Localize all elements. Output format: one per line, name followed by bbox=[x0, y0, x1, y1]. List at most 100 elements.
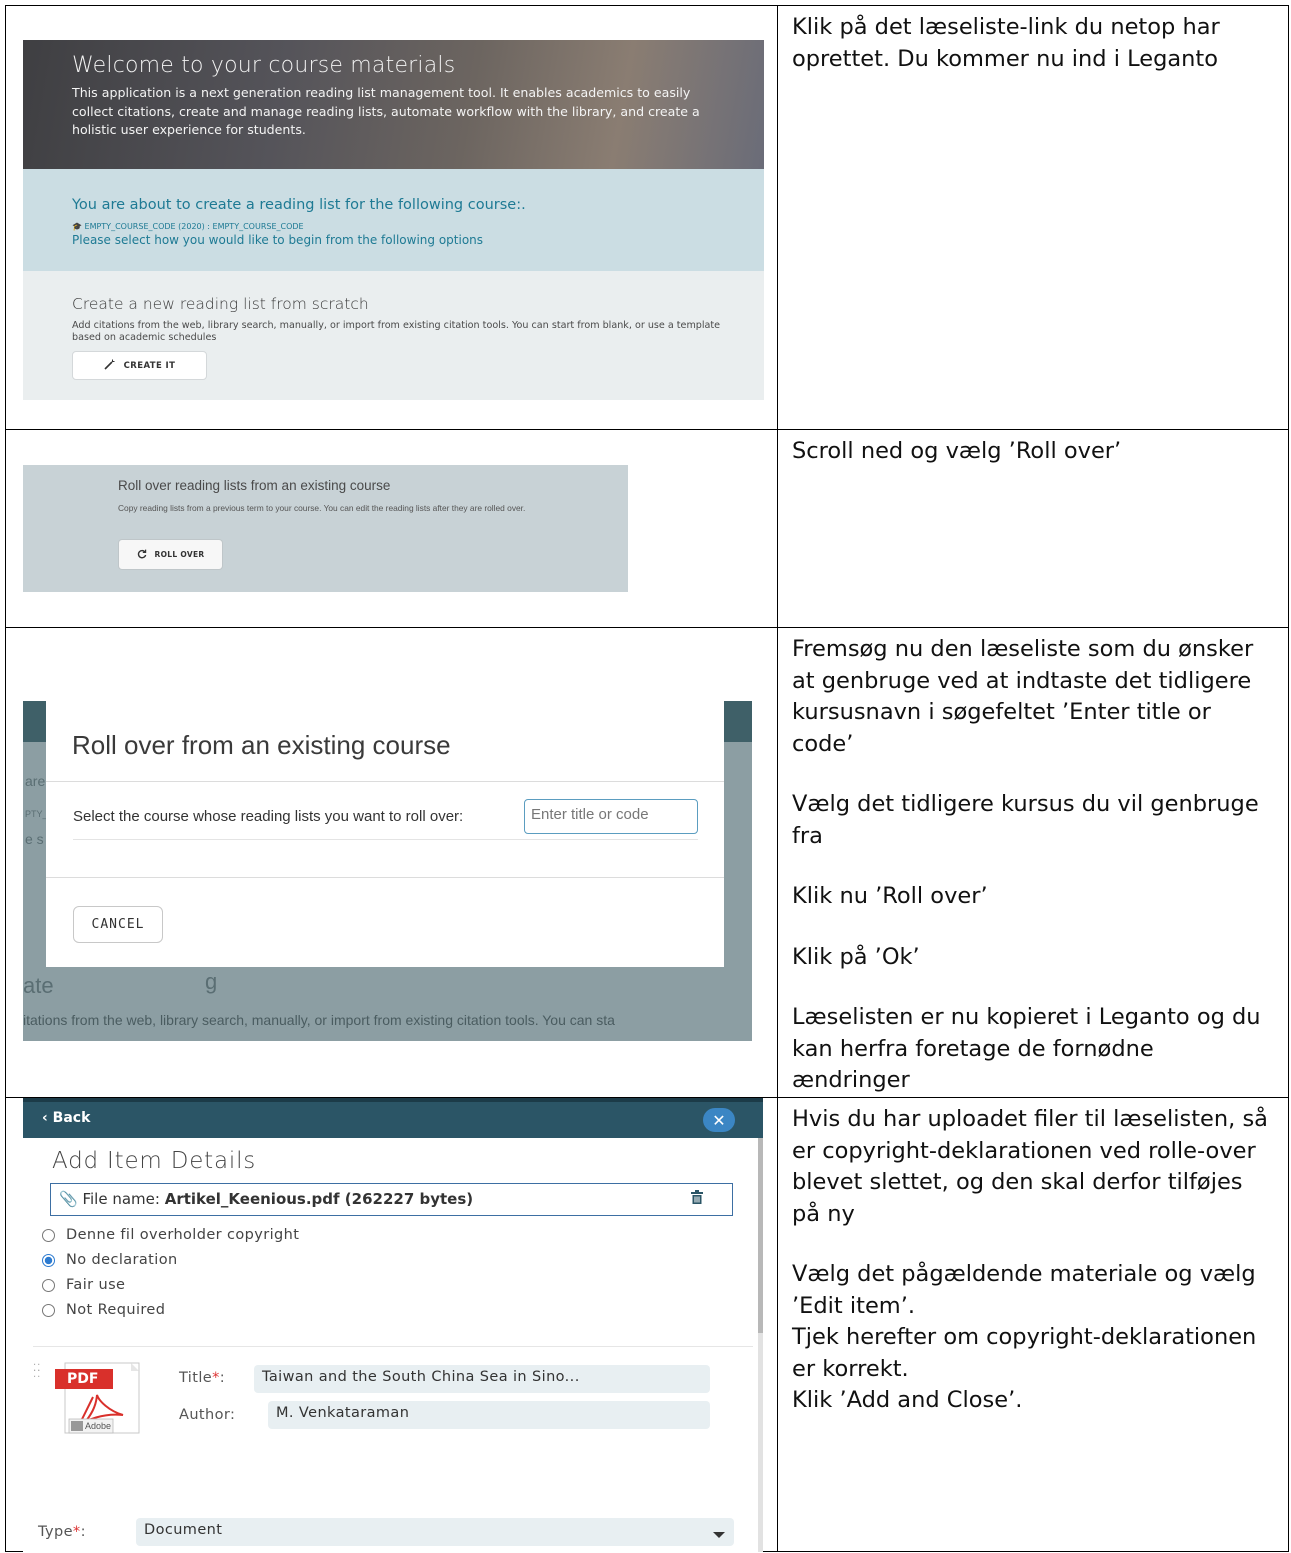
top-bar: ‹ Back ✕ bbox=[23, 1098, 763, 1138]
chevron-left-icon: ‹ bbox=[42, 1110, 53, 1126]
instruction-text: Klik på det læseliste-link du netop har … bbox=[792, 14, 1220, 72]
table-row: Welcome to your course materials This ap… bbox=[5, 5, 1289, 430]
radio-no-declaration[interactable]: No declaration bbox=[42, 1252, 178, 1268]
background-text: g bbox=[205, 969, 218, 994]
radio-label: Denne fil overholder copyright bbox=[66, 1227, 300, 1243]
leganto-welcome-screenshot: Welcome to your course materials This ap… bbox=[23, 40, 764, 400]
graduation-cap-icon: 🎓 bbox=[72, 222, 85, 231]
radio-not-required[interactable]: Not Required bbox=[42, 1302, 165, 1318]
paperclip-icon: 📎 bbox=[59, 1190, 78, 1208]
create-new-description: Add citations from the web, library sear… bbox=[72, 320, 721, 343]
scrollbar-thumb[interactable] bbox=[758, 1138, 763, 1333]
roll-over-label: ROLL OVER bbox=[154, 550, 205, 559]
trash-icon[interactable] bbox=[690, 1190, 704, 1208]
radio-label: No declaration bbox=[66, 1252, 178, 1268]
radio-label: Fair use bbox=[66, 1277, 126, 1293]
scrollbar[interactable] bbox=[758, 1138, 763, 1552]
hero-title: Welcome to your course materials bbox=[72, 53, 456, 78]
magic-wand-icon bbox=[104, 359, 115, 373]
pdf-file-icon: PDF Adobe bbox=[53, 1361, 145, 1435]
adobe-label: Adobe bbox=[85, 1421, 112, 1431]
background-text: PTY_ bbox=[25, 809, 48, 819]
screenshot-cell: Welcome to your course materials This ap… bbox=[5, 5, 778, 430]
radio-circle[interactable] bbox=[42, 1228, 55, 1242]
select-option-text: Please select how you would like to begi… bbox=[72, 233, 484, 247]
radio-circle-selected[interactable] bbox=[42, 1253, 55, 1267]
panel-title: Add Item Details bbox=[52, 1148, 257, 1174]
instruction-cell: Hvis du har uploadet filer til læseliste… bbox=[777, 1097, 1289, 1552]
file-name-label: File name: bbox=[82, 1190, 160, 1208]
divider bbox=[46, 877, 724, 878]
radio-circle[interactable] bbox=[42, 1278, 55, 1292]
radio-label: Not Required bbox=[66, 1302, 166, 1318]
instruction-text: Klik nu ’Roll over’ bbox=[792, 883, 988, 909]
instruction-text: Vælg det tidligere kursus du vil genbrug… bbox=[792, 791, 1259, 849]
pdf-badge: PDF bbox=[67, 1371, 99, 1387]
close-icon[interactable]: ✕ bbox=[703, 1108, 735, 1132]
background-text: e s bbox=[25, 831, 44, 847]
create-it-label: CREATE IT bbox=[123, 360, 176, 371]
background-text: ate bbox=[23, 973, 54, 998]
screenshot-cell: ‹ Back ✕ Add Item Details 📎 File name: A… bbox=[5, 1097, 778, 1552]
title-label-text: Title bbox=[179, 1370, 213, 1386]
instruction-cell: Fremsøg nu den læseliste som du ønsker a… bbox=[777, 627, 1289, 1098]
course-code-text: EMPTY_COURSE_CODE (2020) : EMPTY_COURSE_… bbox=[84, 222, 304, 231]
create-it-button[interactable]: CREATE IT bbox=[72, 351, 207, 380]
type-label: Type*: bbox=[38, 1524, 86, 1540]
background-text: are bbox=[25, 773, 46, 789]
instruction-cell: Scroll ned og vælg ’Roll over’ bbox=[777, 429, 1289, 628]
instruction-text: Klik på ’Ok’ bbox=[792, 943, 920, 970]
table-row: ‹ Back ✕ Add Item Details 📎 File name: A… bbox=[5, 1097, 1289, 1552]
background-text: itations from the web, library search, m… bbox=[23, 1012, 615, 1028]
file-name-box: 📎 File name: Artikel_Keenious.pdf (26222… bbox=[50, 1183, 733, 1216]
file-name-value: Artikel_Keenious.pdf (262227 bytes) bbox=[164, 1190, 474, 1208]
hero-banner: Welcome to your course materials This ap… bbox=[23, 40, 764, 169]
roll-over-title: Roll over reading lists from an existing… bbox=[118, 478, 391, 493]
create-new-title: Create a new reading list from scratch bbox=[72, 295, 369, 313]
cancel-button[interactable]: CANCEL bbox=[73, 906, 163, 943]
divider bbox=[73, 839, 698, 840]
instruction-text: Klik ’Add and Close’. bbox=[792, 1387, 1023, 1413]
instruction-text: Læselisten er nu kopieret i Leganto og d… bbox=[792, 1004, 1261, 1093]
divider bbox=[46, 781, 724, 782]
course-search-input[interactable]: Enter title or code bbox=[524, 799, 698, 834]
instruction-text: Tjek herefter om copyright-deklarationen… bbox=[792, 1324, 1257, 1382]
course-select-label: Select the course whose reading lists yo… bbox=[73, 808, 464, 825]
radio-fair-use[interactable]: Fair use bbox=[42, 1277, 125, 1293]
instruction-text: Vælg det pågældende materiale og vælg ’E… bbox=[792, 1261, 1256, 1319]
screenshot-cell: are PTY_ e s ate g itations from the web… bbox=[5, 627, 778, 1098]
hero-description: This application is a next generation re… bbox=[72, 85, 700, 137]
table-row: Roll over reading lists from an existing… bbox=[5, 429, 1289, 628]
radio-copyright[interactable]: Denne fil overholder copyright bbox=[42, 1227, 299, 1243]
course-info-title: You are about to create a reading list f… bbox=[72, 197, 526, 213]
title-field[interactable]: Taiwan and the South China Sea in Sino..… bbox=[254, 1365, 710, 1393]
add-item-details-screenshot: ‹ Back ✕ Add Item Details 📎 File name: A… bbox=[23, 1098, 763, 1552]
required-marker: * bbox=[72, 1524, 81, 1540]
table-row: are PTY_ e s ate g itations from the web… bbox=[5, 627, 1289, 1098]
instruction-text: Hvis du har uploadet filer til læseliste… bbox=[792, 1106, 1268, 1227]
roll-over-description: Copy reading lists from a previous term … bbox=[118, 503, 526, 513]
divider bbox=[33, 1346, 753, 1347]
required-marker: * bbox=[212, 1370, 220, 1386]
course-code: 🎓 EMPTY_COURSE_CODE (2020) : EMPTY_COURS… bbox=[72, 222, 304, 231]
author-field[interactable]: M. Venkataraman bbox=[268, 1401, 710, 1429]
screenshot-cell: Roll over reading lists from an existing… bbox=[5, 429, 778, 628]
instruction-cell: Klik på det læseliste-link du netop har … bbox=[777, 5, 1289, 430]
back-link[interactable]: ‹ Back bbox=[42, 1110, 90, 1126]
title-label: Title*: bbox=[179, 1370, 225, 1386]
roll-over-section-screenshot: Roll over reading lists from an existing… bbox=[23, 465, 628, 592]
label-colon: : bbox=[80, 1524, 86, 1540]
dropdown-caret-icon[interactable] bbox=[713, 1532, 725, 1538]
roll-over-button[interactable]: ROLL OVER bbox=[118, 539, 223, 570]
drag-handle-icon[interactable]: ⁚⁚ ⁚⁚ bbox=[33, 1364, 43, 1386]
type-select[interactable]: Document bbox=[136, 1518, 734, 1546]
type-label-text: Type bbox=[38, 1524, 73, 1540]
author-label: Author: bbox=[179, 1407, 236, 1423]
radio-circle[interactable] bbox=[42, 1303, 55, 1317]
modal-title: Roll over from an existing course bbox=[72, 730, 451, 760]
refresh-icon bbox=[137, 549, 147, 561]
roll-over-modal: Roll over from an existing course Select… bbox=[46, 701, 724, 967]
instruction-table: Welcome to your course materials This ap… bbox=[5, 5, 1289, 1552]
roll-over-modal-screenshot: are PTY_ e s ate g itations from the web… bbox=[23, 701, 752, 1041]
instruction-text: Scroll ned og vælg ’Roll over’ bbox=[792, 438, 1122, 464]
